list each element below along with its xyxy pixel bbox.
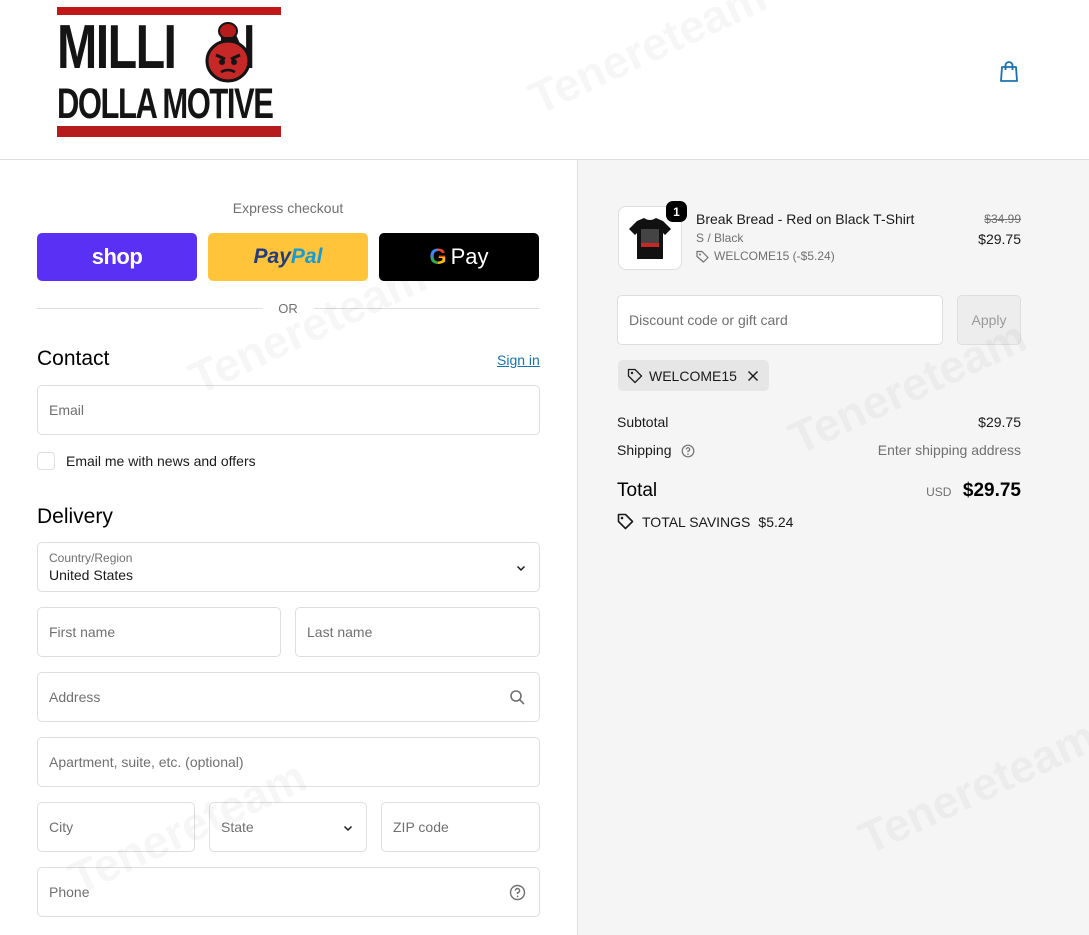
city-input[interactable] [38, 803, 194, 851]
zip-field[interactable] [381, 802, 540, 852]
savings-value: $5.24 [758, 513, 794, 530]
first-name-input[interactable] [38, 608, 280, 656]
last-name-field[interactable] [295, 607, 540, 657]
phone-field[interactable] [37, 867, 540, 917]
newsletter-option[interactable]: Email me with news and offers [37, 451, 256, 471]
savings-label: TOTAL SAVINGS [642, 513, 751, 530]
email-field[interactable] [37, 385, 540, 435]
subtotal-row: Subtotal $29.75 [617, 414, 1021, 430]
total-value: $29.75 [962, 480, 1021, 501]
product-discount: WELCOME15 (-$5.24) [696, 249, 835, 263]
store-logo[interactable]: MILLIN DOLLA MOTIVE [57, 7, 281, 137]
discounted-price: $29.75 [978, 231, 1021, 247]
order-summary-panel: 1 Break Bread - Red on Black T-Shirt S /… [578, 160, 1089, 935]
last-name-input[interactable] [296, 608, 539, 656]
paypal-label-2: Pal [290, 245, 323, 268]
paypal-button[interactable]: Pay Pal [208, 233, 368, 281]
first-name-field[interactable] [37, 607, 281, 657]
money-bag-mascot-icon [205, 22, 251, 83]
help-circle-icon[interactable] [509, 884, 526, 901]
apply-button[interactable]: Apply [957, 295, 1021, 345]
address-field[interactable] [37, 672, 540, 722]
close-icon [747, 370, 758, 381]
chevron-down-icon [343, 825, 353, 832]
state-select[interactable]: State [209, 802, 367, 852]
contact-heading: Contact [37, 347, 110, 370]
original-price: $34.99 [984, 212, 1021, 226]
delivery-heading: Delivery [37, 505, 113, 528]
total-currency: USD [926, 485, 952, 499]
logo-bottom-bar [57, 126, 281, 137]
search-icon [510, 690, 525, 705]
google-g-icon: G [429, 244, 447, 269]
quantity-badge: 1 [666, 201, 687, 222]
sign-in-link[interactable]: Sign in [497, 352, 540, 368]
shipping-label: Shipping [617, 442, 672, 458]
paypal-label-1: Pay [253, 245, 291, 268]
phone-input[interactable] [38, 868, 539, 916]
country-label: Country/Region [49, 551, 133, 565]
product-name: Break Bread - Red on Black T-Shirt [696, 211, 915, 227]
country-select[interactable]: Country/Region United States [37, 542, 540, 592]
discount-input[interactable] [618, 296, 942, 344]
applied-code-label: WELCOME15 [649, 367, 737, 384]
applied-discount-chip: WELCOME15 [618, 360, 769, 391]
subtotal-value: $29.75 [978, 414, 1021, 430]
product-variant: S / Black [696, 231, 744, 245]
checkout-form-panel: Express checkout shop Pay Pal G Pay OR Con… [0, 160, 578, 935]
city-field[interactable] [37, 802, 195, 852]
tag-icon [696, 250, 709, 263]
discount-field[interactable] [617, 295, 943, 345]
cart-button[interactable] [997, 60, 1021, 84]
google-pay-button[interactable]: G Pay [379, 233, 539, 281]
checkout-header: MILLIN DOLLA MOTIVE [0, 0, 1089, 160]
express-checkout-title: Express checkout [232, 200, 344, 216]
address-input[interactable] [38, 673, 539, 721]
state-placeholder: State [221, 819, 254, 835]
apartment-field[interactable] [37, 737, 540, 787]
total-row: Total USD $29.75 [617, 480, 1021, 502]
newsletter-label: Email me with news and offers [66, 453, 256, 469]
tag-icon [617, 513, 634, 530]
email-input[interactable] [38, 386, 539, 434]
shipping-value: Enter shipping address [877, 442, 1021, 459]
total-savings: TOTAL SAVINGS $5.24 [617, 513, 793, 530]
subtotal-label: Subtotal [617, 414, 669, 430]
or-divider: OR [37, 301, 539, 316]
help-circle-icon [681, 444, 695, 458]
country-value: United States [49, 567, 134, 583]
zip-input[interactable] [382, 803, 539, 851]
product-discount-text: WELCOME15 (-$5.24) [714, 249, 835, 263]
apartment-input[interactable] [38, 738, 539, 786]
shop-pay-label: shop [91, 244, 143, 269]
google-pay-label: Pay [450, 244, 489, 269]
tag-icon [627, 368, 643, 383]
shopping-bag-icon [1000, 61, 1018, 82]
logo-line-2: DOLLA MOTIVE [57, 80, 274, 128]
shipping-help-button[interactable] [681, 444, 695, 458]
newsletter-checkbox[interactable] [37, 452, 55, 470]
total-label: Total [617, 480, 658, 501]
chevron-down-icon [516, 565, 526, 572]
remove-discount-button[interactable] [747, 370, 759, 382]
shipping-row: Shipping Enter shipping address [617, 442, 1021, 458]
divider-line-right [314, 308, 539, 309]
shop-pay-button[interactable]: shop [37, 233, 197, 281]
